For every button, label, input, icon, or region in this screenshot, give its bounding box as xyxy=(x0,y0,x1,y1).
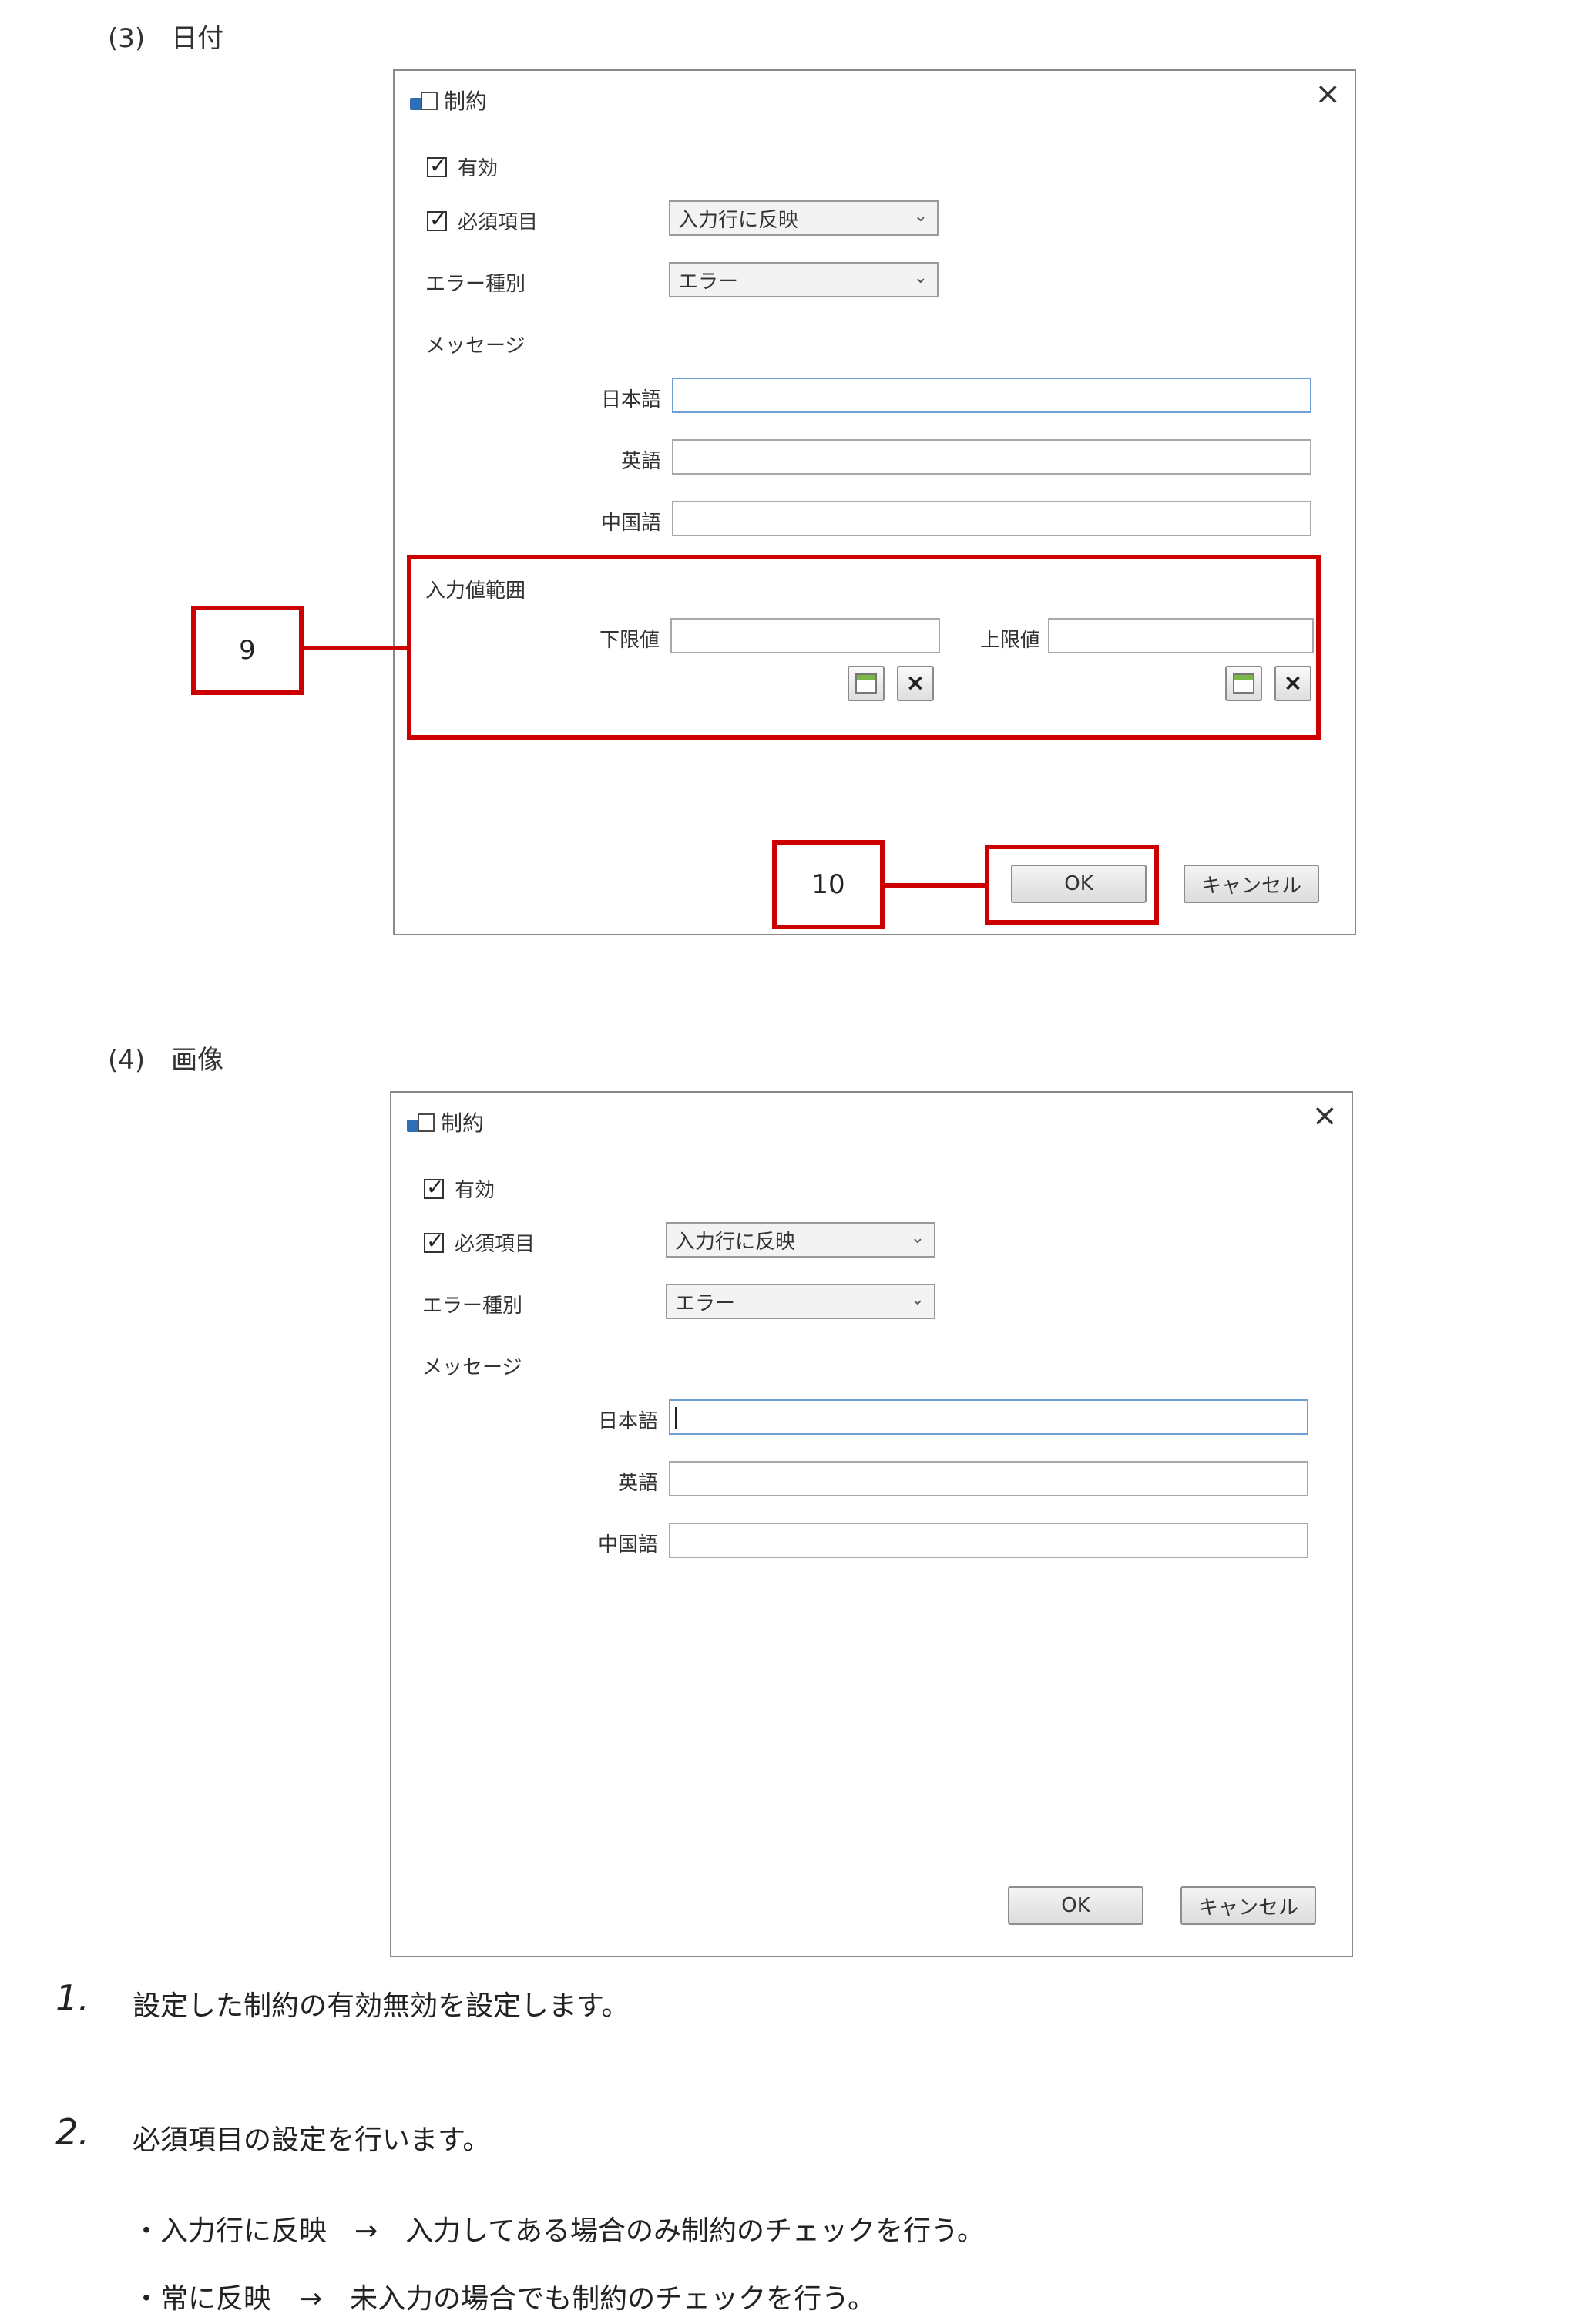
bullet-input-row-reflect: ・入力行に反映 → 入力してある場合のみ制約のチェックを行う。 xyxy=(133,2215,985,2247)
japanese-label: 日本語 xyxy=(600,388,661,411)
english-message-input[interactable] xyxy=(669,1461,1308,1496)
message-label: メッセージ xyxy=(425,334,526,358)
chinese-message-input[interactable] xyxy=(672,501,1311,536)
cancel-button[interactable]: キャンセル xyxy=(1180,1886,1316,1925)
required-mode-select[interactable]: 入力行に反映 ⌄ xyxy=(666,1222,935,1258)
dialog-title: 制約 xyxy=(444,89,488,114)
error-type-value: エラー xyxy=(678,270,739,294)
bullet-always-reflect: ・常に反映 → 未入力の場合でも制約のチェックを行う。 xyxy=(133,2283,876,2315)
chinese-message-input[interactable] xyxy=(669,1523,1308,1558)
checkbox-checked-icon[interactable] xyxy=(427,153,447,178)
error-type-select[interactable]: エラー ⌄ xyxy=(669,262,939,297)
section-3-heading: (3) 日付 xyxy=(108,23,224,54)
chinese-label: 中国語 xyxy=(600,512,661,535)
checkbox-checked-icon[interactable] xyxy=(424,1228,444,1254)
japanese-message-input[interactable] xyxy=(672,378,1311,413)
message-label: メッセージ xyxy=(422,1356,522,1379)
close-icon[interactable]: × xyxy=(1311,1100,1338,1131)
ok-button-highlight xyxy=(985,845,1159,925)
section-4-heading: (4) 画像 xyxy=(108,1045,224,1076)
list-item-1-text: 設定した制約の有効無効を設定します。 xyxy=(133,1990,630,2022)
enabled-checkbox[interactable]: 有効 xyxy=(427,153,498,181)
dialog-title-bar: 制約 xyxy=(407,1107,484,1137)
dialog-title-bar: 制約 xyxy=(410,85,487,116)
required-label: 必須項目 xyxy=(458,211,539,234)
callout-10-connector xyxy=(885,883,985,888)
constraint-icon xyxy=(407,1112,435,1132)
constraint-icon xyxy=(410,90,438,110)
chinese-label: 中国語 xyxy=(597,1533,658,1557)
chevron-down-icon: ⌄ xyxy=(913,207,928,226)
required-label: 必須項目 xyxy=(455,1233,536,1256)
ok-button[interactable]: OK xyxy=(1008,1886,1143,1925)
dialog-title: 制約 xyxy=(441,1110,485,1136)
callout-9-connector xyxy=(304,646,407,650)
constraint-dialog-date: 制約 × 有効 必須項目 入力行に反映 ⌄ エラー種別 エラー ⌄ メッセージ … xyxy=(393,69,1356,935)
required-mode-value: 入力行に反映 xyxy=(675,1230,796,1254)
input-range-highlight xyxy=(407,555,1321,740)
japanese-label: 日本語 xyxy=(597,1410,658,1433)
enabled-label: 有効 xyxy=(455,1179,495,1202)
list-item-2-text: 必須項目の設定を行います。 xyxy=(133,2124,491,2156)
enabled-label: 有効 xyxy=(458,157,499,180)
close-icon[interactable]: × xyxy=(1315,79,1341,109)
chevron-down-icon: ⌄ xyxy=(910,1228,925,1248)
required-checkbox[interactable]: 必須項目 xyxy=(427,207,538,235)
error-type-label: エラー種別 xyxy=(422,1295,523,1318)
checkbox-checked-icon[interactable] xyxy=(427,207,447,232)
required-checkbox[interactable]: 必須項目 xyxy=(424,1228,535,1257)
english-label: 英語 xyxy=(617,1472,658,1495)
chevron-down-icon: ⌄ xyxy=(910,1290,925,1309)
list-number-1: 1. xyxy=(55,1977,89,2019)
text-caret xyxy=(675,1407,677,1429)
english-message-input[interactable] xyxy=(672,439,1311,475)
english-label: 英語 xyxy=(620,450,661,473)
callout-10: 10 xyxy=(772,840,885,929)
constraint-dialog-image: 制約 × 有効 必須項目 入力行に反映 ⌄ エラー種別 エラー ⌄ メッセージ … xyxy=(390,1091,1353,1957)
japanese-message-input[interactable] xyxy=(669,1399,1308,1435)
error-type-label: エラー種別 xyxy=(425,273,526,296)
error-type-select[interactable]: エラー ⌄ xyxy=(666,1284,935,1319)
checkbox-checked-icon[interactable] xyxy=(424,1174,444,1200)
callout-9: 9 xyxy=(191,606,304,695)
cancel-button[interactable]: キャンセル xyxy=(1184,865,1319,903)
required-mode-value: 入力行に反映 xyxy=(678,208,799,232)
required-mode-select[interactable]: 入力行に反映 ⌄ xyxy=(669,200,939,236)
chevron-down-icon: ⌄ xyxy=(913,268,928,287)
enabled-checkbox[interactable]: 有効 xyxy=(424,1174,495,1203)
error-type-value: エラー xyxy=(675,1291,736,1315)
list-number-2: 2. xyxy=(55,2111,89,2153)
